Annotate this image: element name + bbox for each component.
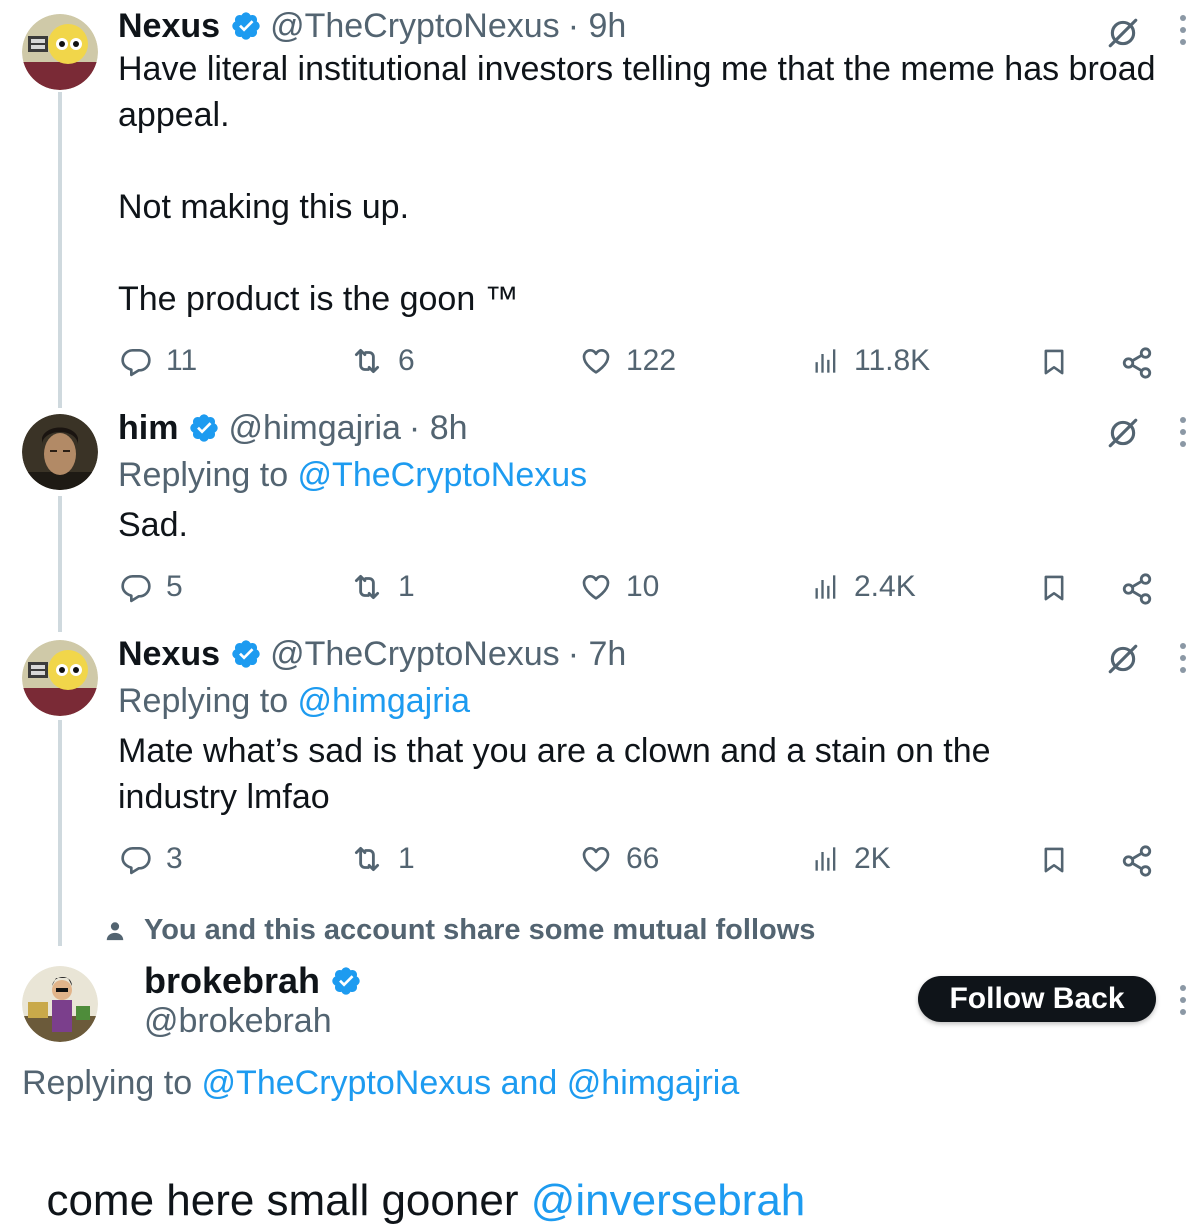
- replying-to: Replying to @TheCryptoNexus and @himgajr…: [22, 1064, 739, 1103]
- repost-count: 6: [398, 344, 415, 377]
- display-name[interactable]: Nexus: [118, 7, 220, 46]
- bookmark-icon[interactable]: [1040, 346, 1068, 378]
- reply-icon: [120, 571, 152, 603]
- views-button[interactable]: 11.8K: [812, 344, 930, 378]
- share-icon[interactable]: [1120, 346, 1154, 380]
- reply-count: 3: [166, 842, 183, 875]
- views-icon: [812, 571, 840, 603]
- share-icon[interactable]: [1120, 572, 1154, 606]
- repost-count: 1: [398, 842, 415, 875]
- like-icon: [580, 843, 612, 875]
- repost-icon: [350, 842, 384, 876]
- reply-button[interactable]: 5: [120, 570, 183, 604]
- display-name[interactable]: Nexus: [118, 635, 220, 674]
- verified-badge-icon: [188, 412, 220, 444]
- views-button[interactable]: 2.4K: [812, 570, 916, 604]
- mention-link[interactable]: @himgajria: [567, 1064, 739, 1102]
- reply-button[interactable]: 3: [120, 842, 183, 876]
- mention-link[interactable]: @himgajria: [298, 682, 470, 720]
- tweet-text: Sad.: [118, 506, 188, 544]
- reply-count: 5: [166, 570, 183, 603]
- avatar[interactable]: [22, 640, 98, 716]
- repost-button[interactable]: 1: [350, 842, 415, 876]
- replying-to: Replying to @himgajria: [118, 682, 470, 721]
- repost-button[interactable]: 1: [350, 570, 415, 604]
- avatar[interactable]: [22, 14, 98, 90]
- repost-count: 1: [398, 570, 415, 603]
- views-icon: [812, 843, 840, 875]
- focus-tweet-text: come here small gooner @inversebrah: [22, 1126, 805, 1226]
- bookmark-icon[interactable]: [1040, 572, 1068, 604]
- tweet-text: come here small gooner: [46, 1176, 531, 1225]
- mention-link[interactable]: @TheCryptoNexus: [298, 456, 588, 494]
- thread-line: [58, 92, 62, 408]
- views-count: 11.8K: [854, 344, 931, 377]
- like-button[interactable]: 122: [580, 344, 676, 378]
- like-count: 122: [626, 344, 677, 377]
- reply-icon: [120, 345, 152, 377]
- avatar[interactable]: [22, 966, 98, 1042]
- more-icon[interactable]: [1176, 982, 1190, 1018]
- like-button[interactable]: 10: [580, 570, 659, 604]
- reply-button[interactable]: 11: [120, 344, 197, 378]
- verified-badge-icon: [330, 965, 362, 997]
- verified-badge-icon: [230, 638, 262, 670]
- views-count: 2.4K: [854, 570, 916, 603]
- like-count: 66: [626, 842, 660, 875]
- handle[interactable]: @himgajria: [228, 409, 400, 448]
- views-button[interactable]: 2K: [812, 842, 891, 876]
- thread-line: [58, 496, 62, 632]
- handle[interactable]: @brokebrah: [144, 1002, 332, 1041]
- mutual-follows-notice: You and this account share some mutual f…: [104, 914, 815, 947]
- more-icon[interactable]: [1176, 12, 1190, 48]
- mutual-follows-text: You and this account share some mutual f…: [144, 914, 816, 946]
- tweet-header: him @himgajria · 8h: [118, 406, 468, 450]
- avatar[interactable]: [22, 414, 98, 490]
- mention-link[interactable]: @inversebrah: [531, 1176, 806, 1225]
- reply-icon: [120, 843, 152, 875]
- views-count: 2K: [854, 842, 891, 875]
- repost-icon: [350, 570, 384, 604]
- replying-joiner: and: [491, 1064, 567, 1102]
- grok-icon[interactable]: [1106, 416, 1140, 450]
- tweet-header: Nexus @TheCryptoNexus · 7h: [118, 632, 626, 676]
- mention-link[interactable]: @TheCryptoNexus: [202, 1064, 492, 1102]
- tweet-text: Mate what’s sad is that you are a clown …: [118, 732, 1001, 816]
- grok-icon[interactable]: [1106, 16, 1140, 50]
- thread-line: [58, 720, 62, 946]
- bookmark-icon[interactable]: [1040, 844, 1068, 876]
- repost-button[interactable]: 6: [350, 344, 415, 378]
- replying-label: Replying to: [118, 456, 298, 494]
- verified-badge-icon: [230, 10, 262, 42]
- timestamp[interactable]: · 8h: [409, 409, 468, 448]
- views-icon: [812, 345, 840, 377]
- handle[interactable]: @TheCryptoNexus: [270, 635, 560, 674]
- repost-icon: [350, 344, 384, 378]
- replying-label: Replying to: [22, 1064, 202, 1102]
- display-name[interactable]: brokebrah: [144, 960, 320, 1002]
- person-icon: [104, 920, 126, 942]
- more-icon[interactable]: [1176, 414, 1190, 450]
- like-icon: [580, 345, 612, 377]
- like-button[interactable]: 66: [580, 842, 659, 876]
- focus-name-row: brokebrah: [144, 958, 370, 1004]
- more-icon[interactable]: [1176, 640, 1190, 676]
- grok-icon[interactable]: [1106, 642, 1140, 676]
- share-icon[interactable]: [1120, 844, 1154, 878]
- handle[interactable]: @TheCryptoNexus: [270, 7, 560, 46]
- tweet-text: Have literal institutional investors tel…: [118, 50, 1156, 318]
- reply-count: 11: [166, 344, 198, 377]
- replying-to: Replying to @TheCryptoNexus: [118, 456, 587, 495]
- replying-label: Replying to: [118, 682, 298, 720]
- display-name[interactable]: him: [118, 409, 178, 448]
- like-count: 10: [626, 570, 660, 603]
- timestamp[interactable]: · 7h: [568, 635, 627, 674]
- like-icon: [580, 571, 612, 603]
- follow-back-button[interactable]: Follow Back: [918, 976, 1156, 1022]
- tweet-header: Nexus @TheCryptoNexus · 9h: [118, 4, 626, 48]
- timestamp[interactable]: · 9h: [568, 7, 627, 46]
